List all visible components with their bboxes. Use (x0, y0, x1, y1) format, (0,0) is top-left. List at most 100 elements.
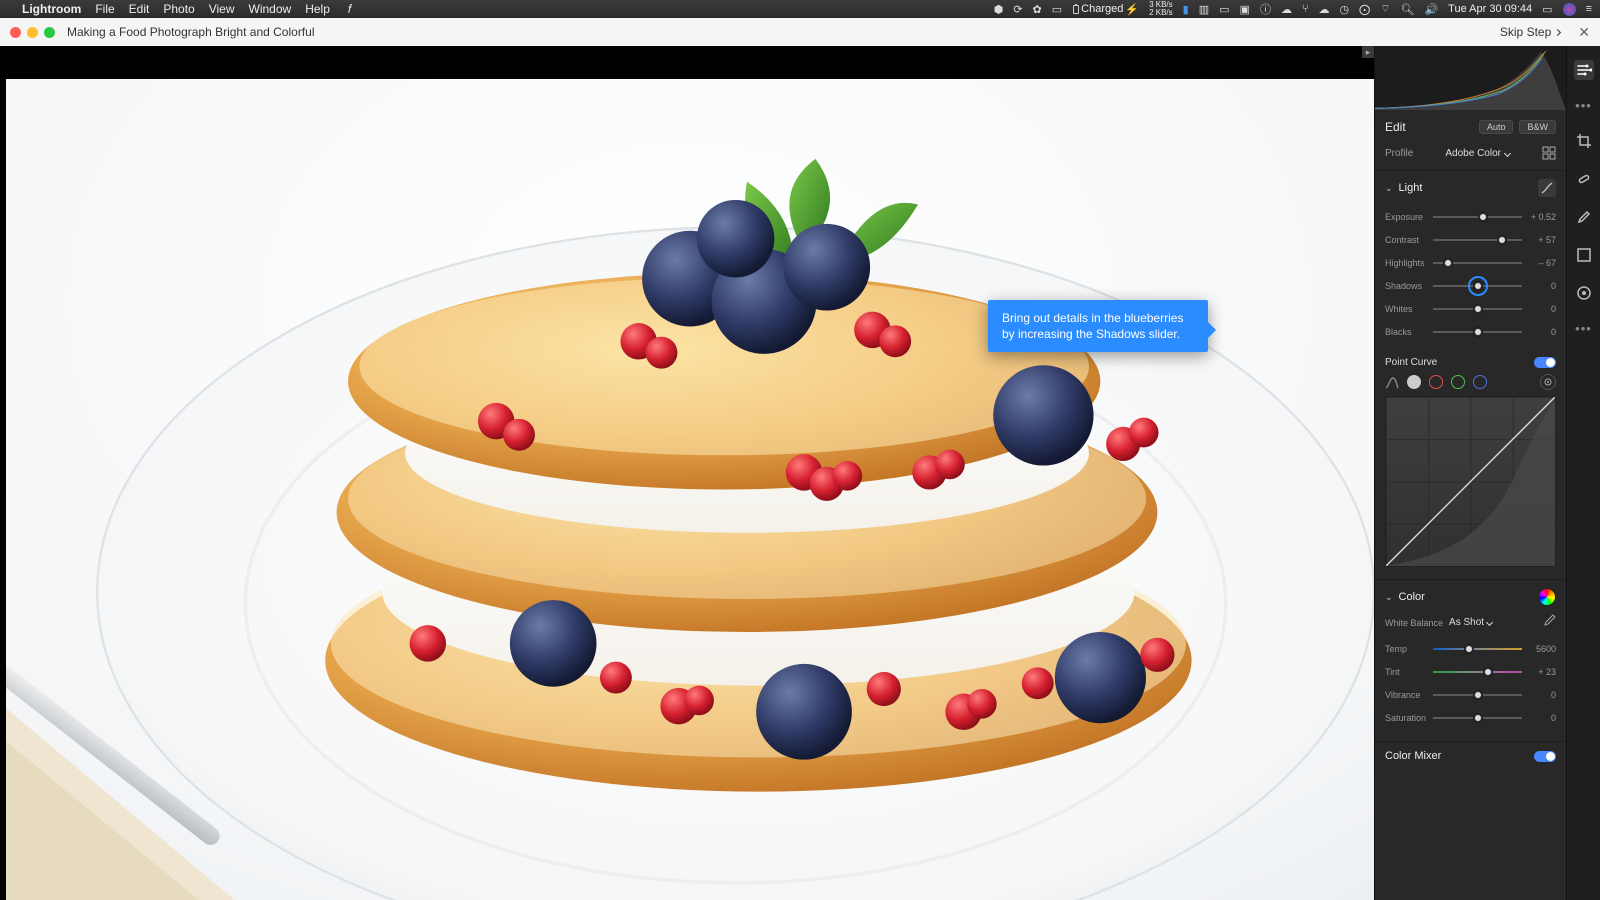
auto-button[interactable]: Auto (1479, 120, 1514, 134)
red-channel[interactable] (1429, 375, 1443, 389)
slider-blacks: Blacks0 (1385, 320, 1556, 343)
gear-icon[interactable]: ✿ (1033, 3, 1042, 16)
slider-label: Shadows (1385, 281, 1427, 291)
slider-label: Saturation (1385, 713, 1427, 723)
edit-tool-icon[interactable] (1574, 60, 1594, 80)
volume-icon[interactable]: 🔊 (1424, 3, 1438, 16)
slider-track[interactable] (1433, 666, 1522, 678)
minimize-window-button[interactable] (27, 27, 38, 38)
menu-photo[interactable]: Photo (163, 2, 194, 16)
chevron-right-icon (1554, 28, 1561, 35)
crop-tool-icon[interactable] (1574, 131, 1594, 151)
slider-tint: Tint+ 23 (1385, 660, 1556, 683)
menu-edit[interactable]: Edit (129, 2, 150, 16)
more-tools-icon-2[interactable]: ••• (1575, 321, 1592, 336)
slider-label: Vibrance (1385, 690, 1427, 700)
slider-value: – 67 (1528, 258, 1556, 268)
eyedropper-icon[interactable] (1542, 614, 1556, 631)
point-curve-toggle[interactable] (1534, 357, 1556, 368)
menu-extra-icon[interactable]: 𝑓 (348, 2, 352, 17)
brush-tool-icon[interactable] (1574, 207, 1594, 227)
chevron-down-icon (1486, 619, 1493, 626)
menu-file[interactable]: File (95, 2, 114, 16)
blue-channel[interactable] (1473, 375, 1487, 389)
chevron-down-icon (1504, 149, 1511, 156)
search-icon[interactable]: 🔍︎ (1401, 3, 1415, 16)
slider-track[interactable] (1433, 280, 1522, 292)
point-curve-graph[interactable] (1385, 396, 1556, 567)
status-icon-1[interactable]: ▮ (1183, 3, 1189, 16)
slider-track[interactable] (1433, 689, 1522, 701)
linear-gradient-tool-icon[interactable] (1574, 245, 1594, 265)
status-icon-4[interactable]: ▣ (1240, 3, 1250, 16)
section-title-color-mixer[interactable]: Color Mixer (1385, 750, 1441, 762)
heal-tool-icon[interactable] (1574, 169, 1594, 189)
slider-track[interactable] (1433, 234, 1522, 246)
tutorial-tooltip: Bring out details in the blueberries by … (988, 300, 1208, 352)
section-title-color[interactable]: Color (1399, 591, 1425, 603)
slider-vibrance: Vibrance0 (1385, 683, 1556, 706)
battery-status[interactable]: Charged ⚡ (1072, 3, 1139, 16)
section-title-light[interactable]: Light (1399, 182, 1423, 194)
histogram[interactable] (1375, 46, 1566, 110)
slider-label: Exposure (1385, 212, 1427, 222)
siri-icon[interactable] (1563, 3, 1576, 16)
branch-icon[interactable]: ⑂ (1302, 3, 1309, 15)
dropbox-icon[interactable]: ⬢ (994, 3, 1004, 16)
control-icon[interactable]: ▭ (1542, 3, 1552, 16)
fullscreen-window-button[interactable] (44, 27, 55, 38)
green-channel[interactable] (1451, 375, 1465, 389)
wifi-icon[interactable]: ⨀ (1359, 3, 1370, 16)
slider-track[interactable] (1433, 326, 1522, 338)
chevron-down-icon[interactable]: ⌄ (1385, 183, 1393, 194)
image-canvas[interactable] (6, 79, 1374, 900)
slider-value: 0 (1528, 327, 1556, 337)
color-wheel-icon[interactable] (1538, 588, 1556, 606)
slider-label: Highlights (1385, 258, 1427, 268)
display-icon[interactable]: ▭ (1052, 3, 1062, 16)
menu-help[interactable]: Help (305, 2, 330, 16)
profile-browser-icon[interactable] (1542, 146, 1556, 160)
slider-track[interactable] (1433, 257, 1522, 269)
radial-gradient-tool-icon[interactable] (1574, 283, 1594, 303)
parametric-curve-icon[interactable] (1385, 375, 1399, 389)
luma-channel[interactable] (1407, 375, 1421, 389)
bw-button[interactable]: B&W (1519, 120, 1556, 134)
list-icon[interactable]: ≡ (1586, 3, 1592, 15)
slider-track[interactable] (1433, 211, 1522, 223)
app-name[interactable]: Lightroom (22, 2, 81, 16)
panel-title: Edit (1385, 120, 1406, 134)
chat-icon[interactable]: ☁ (1319, 3, 1330, 16)
info-icon[interactable]: ⓘ (1260, 1, 1271, 17)
color-mixer-toggle[interactable] (1534, 751, 1556, 762)
filmstrip-toggle[interactable]: ▸ (1362, 46, 1374, 58)
menubar-clock[interactable]: Tue Apr 30 09:44 (1448, 3, 1532, 15)
tutorial-bar: Making a Food Photograph Bright and Colo… (0, 18, 1600, 46)
close-window-button[interactable] (10, 27, 21, 38)
slider-value: + 57 (1528, 235, 1556, 245)
color-section: ⌄ Color White Balance As Shot Temp5600Ti… (1375, 580, 1566, 742)
skip-step-button[interactable]: Skip Step (1500, 25, 1560, 39)
slider-saturation: Saturation0 (1385, 706, 1556, 729)
slider-track[interactable] (1433, 303, 1522, 315)
target-adjust-icon[interactable] (1540, 374, 1556, 390)
sync-icon[interactable]: ⟳ (1013, 3, 1022, 16)
status-icon-2[interactable]: ▥ (1199, 3, 1209, 16)
slider-track[interactable] (1433, 712, 1522, 724)
chevron-down-icon[interactable]: ⌄ (1385, 592, 1393, 603)
time-icon[interactable]: ◷ (1340, 3, 1350, 16)
cloud-icon[interactable]: ☁ (1281, 3, 1292, 16)
profile-dropdown[interactable]: Adobe Color (1445, 148, 1510, 159)
status-icon-3[interactable]: ▭ (1219, 3, 1229, 16)
slider-value: 0 (1528, 304, 1556, 314)
macos-menubar: Lightroom File Edit Photo View Window He… (0, 0, 1600, 18)
tone-curve-icon[interactable] (1538, 179, 1556, 197)
menu-window[interactable]: Window (249, 2, 292, 16)
close-tutorial-button[interactable]: ✕ (1578, 25, 1590, 39)
airplay-icon[interactable]: ⌔ (1380, 2, 1390, 16)
menu-view[interactable]: View (209, 2, 235, 16)
wb-dropdown[interactable]: As Shot (1449, 617, 1492, 628)
slider-track[interactable] (1433, 643, 1522, 655)
network-stats[interactable]: 3 KB/s2 KB/s (1149, 1, 1173, 17)
more-tools-icon[interactable]: ••• (1575, 98, 1592, 113)
